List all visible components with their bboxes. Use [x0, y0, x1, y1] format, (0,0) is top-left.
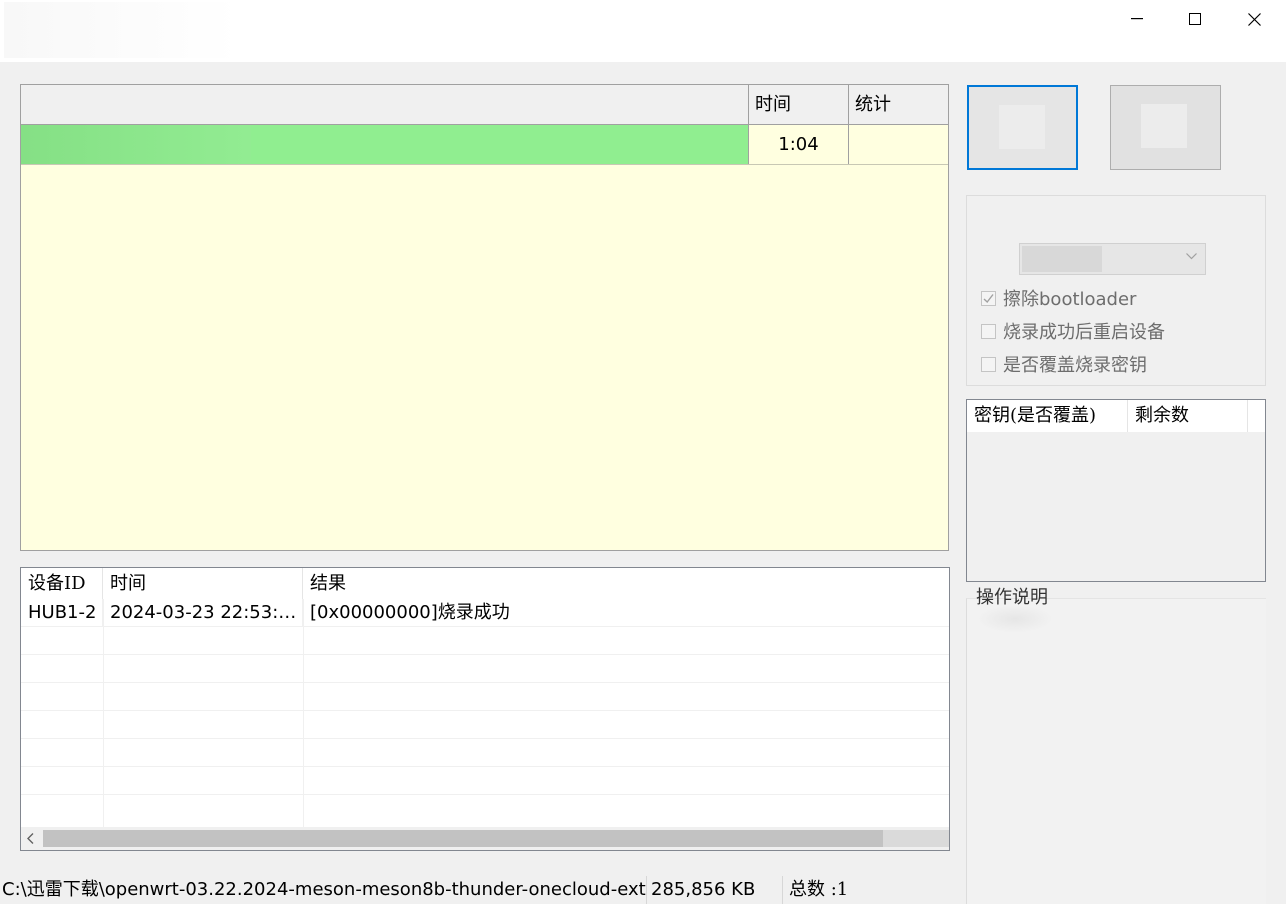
- reboot-after-success-checkbox[interactable]: 烧录成功后重启设备: [981, 319, 1165, 343]
- device-progress-table[interactable]: 时间 统计 1:04: [20, 84, 949, 551]
- log-row-empty: [21, 627, 949, 655]
- stop-button[interactable]: [1110, 85, 1221, 170]
- device-stats: [848, 125, 948, 164]
- device-time: 1:04: [748, 125, 848, 164]
- log-row[interactable]: HUB1-2 2024-03-23 22:53:… [0x00000000]烧录…: [21, 599, 949, 627]
- operation-notes-panel: [966, 598, 1266, 904]
- start-button[interactable]: [967, 85, 1078, 170]
- log-table-header: 设备ID 时间 结果: [21, 568, 949, 599]
- log-row-empty: [21, 767, 949, 795]
- minimize-icon: [1131, 18, 1143, 20]
- key-column-header: 密钥(是否覆盖): [967, 400, 1128, 432]
- chevron-down-icon: [1186, 253, 1197, 260]
- log-device-id: HUB1-2: [21, 599, 103, 627]
- maximize-icon: [1189, 13, 1201, 25]
- scrollbar-track-end: [883, 830, 949, 847]
- reboot-after-success-box[interactable]: [981, 323, 996, 339]
- log-time-column-header[interactable]: 时间: [103, 568, 303, 599]
- reboot-after-success-label: 烧录成功后重启设备: [1003, 322, 1165, 343]
- close-icon: [1247, 12, 1261, 26]
- log-row-empty: [21, 711, 949, 739]
- key-table[interactable]: 密钥(是否覆盖) 剩余数: [966, 399, 1266, 582]
- status-total: 总数 :1: [789, 876, 959, 904]
- log-row-empty: [21, 683, 949, 711]
- log-row-empty: [21, 795, 949, 823]
- device-name-blurred: [21, 125, 251, 164]
- stats-column-header: 统计: [848, 85, 948, 125]
- close-button[interactable]: [1225, 0, 1283, 38]
- device-progress-bar: [21, 125, 748, 164]
- time-column-header: 时间: [748, 85, 848, 125]
- device-table-header: 时间 统计: [21, 85, 948, 125]
- chevron-left-icon[interactable]: [27, 833, 34, 844]
- log-row-empty: [21, 655, 949, 683]
- operation-notes-label: 操作说明: [976, 587, 1048, 608]
- scrollbar-thumb[interactable]: [43, 830, 883, 847]
- log-result-text: 烧录成功: [437, 602, 510, 623]
- log-table[interactable]: 设备ID 时间 结果 HUB1-2 2024-03-23 22:53:… [0x…: [20, 567, 950, 851]
- result-column-header[interactable]: 结果: [303, 568, 949, 599]
- maximize-button[interactable]: [1166, 0, 1224, 38]
- log-row-empty: [21, 739, 949, 767]
- overwrite-key-label: 是否覆盖烧录密钥: [1003, 355, 1147, 376]
- minimize-button[interactable]: [1108, 0, 1166, 38]
- options-group: 擦除bootloader 烧录成功后重启设备 是否覆盖烧录密钥: [966, 195, 1266, 386]
- log-result: [0x00000000]烧录成功: [303, 599, 949, 627]
- remaining-column-header: 剩余数: [1128, 400, 1248, 432]
- overwrite-key-box[interactable]: [981, 356, 996, 372]
- window-title-blurred: [4, 2, 240, 58]
- status-bar: C:\迅雷下载\openwrt-03.22.2024-meson-meson8b…: [0, 874, 966, 904]
- log-time: 2024-03-23 22:53:…: [103, 599, 303, 627]
- erase-bootloader-label: 擦除bootloader: [1003, 289, 1137, 310]
- device-id-column-header[interactable]: 设备ID: [21, 568, 103, 599]
- erase-bootloader-checkbox[interactable]: 擦除bootloader: [981, 286, 1136, 310]
- checkmark-icon: [983, 293, 994, 303]
- title-bar: [0, 0, 1286, 62]
- start-button-icon: [999, 105, 1045, 149]
- mode-select[interactable]: [1019, 243, 1206, 275]
- status-file-size: 285,856 KB: [651, 876, 783, 904]
- key-table-header: 密钥(是否覆盖) 剩余数: [967, 400, 1265, 432]
- stop-button-icon: [1141, 104, 1187, 148]
- erase-bootloader-box[interactable]: [981, 290, 996, 306]
- log-result-code: [0x00000000]: [310, 602, 438, 623]
- overwrite-key-checkbox[interactable]: 是否覆盖烧录密钥: [981, 352, 1147, 376]
- device-column-header: [21, 85, 748, 125]
- device-row[interactable]: 1:04: [21, 125, 948, 165]
- log-horizontal-scrollbar[interactable]: [21, 827, 949, 850]
- status-total-label: 总数 :1: [789, 879, 849, 900]
- mode-select-value-blurred: [1022, 246, 1102, 272]
- status-file-path: C:\迅雷下载\openwrt-03.22.2024-meson-meson8b…: [2, 876, 647, 904]
